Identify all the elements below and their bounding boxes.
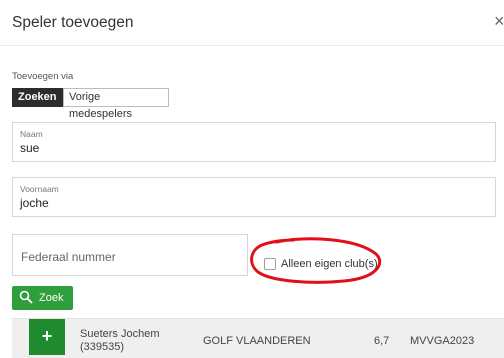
- search-icon: [19, 290, 33, 304]
- add-via-label: Toevoegen via: [12, 71, 74, 82]
- result-player-name: Sueters Jochem: [80, 328, 160, 340]
- naam-field[interactable]: Naam sue: [12, 122, 496, 162]
- voornaam-label: Voornaam: [20, 184, 59, 194]
- result-row: + Sueters Jochem (339535) GOLF VLAANDERE…: [12, 318, 504, 358]
- result-code: MVVGA2023: [410, 335, 475, 347]
- naam-label: Naam: [20, 129, 43, 139]
- federaal-nummer-field[interactable]: Federaal nummer: [12, 234, 248, 276]
- result-club: GOLF VLAANDEREN: [203, 335, 311, 347]
- own-club-checkbox[interactable]: [264, 258, 276, 270]
- naam-value: sue: [20, 141, 40, 155]
- add-player-button[interactable]: +: [29, 319, 65, 355]
- federaal-nummer-placeholder: Federaal nummer: [21, 250, 116, 264]
- dialog-header: Speler toevoegen ×: [0, 0, 504, 46]
- tab-vorige-medespelers[interactable]: Vorige medespelers: [63, 88, 169, 120]
- voornaam-field[interactable]: Voornaam joche: [12, 177, 496, 217]
- own-club-label[interactable]: Alleen eigen club(s): [281, 258, 378, 270]
- result-player-id: (339535): [80, 341, 125, 353]
- voornaam-value: joche: [20, 196, 49, 210]
- zoek-button-label: Zoek: [39, 292, 64, 304]
- result-handicap: 6,7: [374, 335, 390, 347]
- zoek-button[interactable]: Zoek: [12, 286, 73, 310]
- tab-zoeken[interactable]: Zoeken: [12, 88, 63, 107]
- dialog-title: Speler toevoegen: [12, 14, 134, 31]
- close-icon[interactable]: ×: [494, 12, 504, 30]
